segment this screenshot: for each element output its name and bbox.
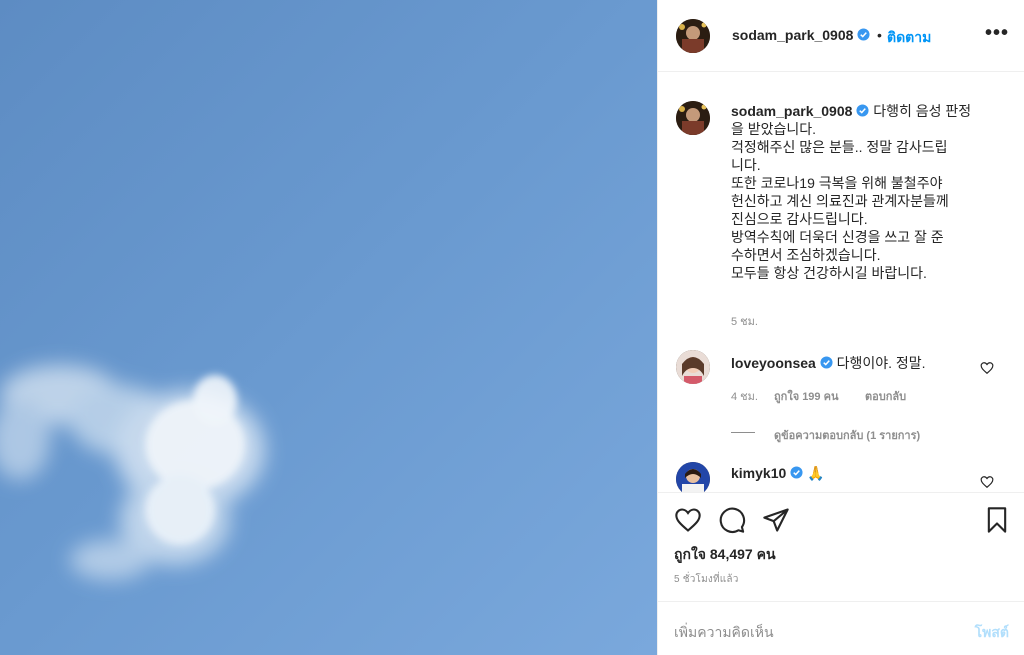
comment-timestamp[interactable]: 4 ชม. <box>731 387 758 405</box>
follow-button[interactable]: ติดตาม <box>887 27 931 49</box>
post-side-panel: sodam_park_0908 • ติดตาม ••• sodam_park_… <box>657 0 1024 655</box>
caption-line: 모두들 항상 건강하시길 바랍니다. <box>731 265 927 281</box>
comment-input[interactable]: เพิ่มความคิดเห็น <box>674 622 774 644</box>
caption-username[interactable]: sodam_park_0908 <box>731 103 852 119</box>
likes-count[interactable]: ถูกใจ 84,497 คน <box>674 544 776 566</box>
commenter-avatar[interactable] <box>676 350 710 384</box>
reply-button[interactable]: ตอบกลับ <box>865 387 906 405</box>
caption-line: 니다. <box>731 157 761 173</box>
comment-like-heart-icon[interactable] <box>980 361 994 375</box>
caption-line: 걱정해주신 많은 분들.. 정말 감사드립 <box>731 139 948 155</box>
caption-author-avatar[interactable] <box>676 101 710 135</box>
posted-time[interactable]: 5 ชั่วโมงที่แล้ว <box>674 572 739 587</box>
comment-icon[interactable] <box>718 506 746 534</box>
post-photo[interactable] <box>0 0 657 655</box>
paper-plane-icon[interactable] <box>762 506 790 534</box>
comment-item: loveyoonsea 다행이야. 정말. <box>731 353 926 373</box>
caption-line: 또한 코로나19 극복을 위해 불철주야 <box>731 175 943 191</box>
verified-badge-icon <box>856 104 869 117</box>
post-caption: sodam_park_0908 다행히 음성 판정 을 받았습니다. 걱정해주신… <box>731 102 1001 282</box>
comment-item: kimyk10 🙏 <box>731 465 825 482</box>
author-avatar[interactable] <box>676 19 710 53</box>
replies-divider <box>731 432 755 433</box>
view-replies-button[interactable]: ดูข้อความตอบกลับ (1 รายการ) <box>774 426 920 444</box>
commenter-avatar[interactable] <box>676 462 710 492</box>
caption-line: 방역수칙에 더욱더 신경을 쓰고 잘 준 <box>731 229 944 245</box>
comment-text: 다행이야. 정말. <box>836 355 926 371</box>
heart-icon[interactable] <box>674 506 702 534</box>
post-actions: ถูกใจ 84,497 คน 5 ชั่วโมงที่แล้ว เพิ่มคว… <box>658 492 1024 655</box>
caption-line: 진심으로 감사드립니다. <box>731 211 868 227</box>
post-comment-button[interactable]: โพสต์ <box>975 622 1009 644</box>
more-options-icon[interactable]: ••• <box>985 23 1009 43</box>
comment-likes[interactable]: ถูกใจ 199 คน <box>774 387 838 405</box>
caption-line: 헌신하고 계신 의료진과 관계자분들께 <box>731 193 949 209</box>
verified-badge-icon <box>857 28 870 41</box>
caption-line: 을 받았습니다. <box>731 121 817 137</box>
caption-line: 수하면서 조심하겠습니다. <box>731 247 881 263</box>
add-comment-bar: เพิ่มความคิดเห็น โพสต์ <box>658 601 1024 655</box>
comment-like-heart-icon[interactable] <box>980 475 994 489</box>
bookmark-icon[interactable] <box>983 506 1011 534</box>
comments-list[interactable]: sodam_park_0908 다행히 음성 판정 을 받았습니다. 걱정해주신… <box>658 72 1024 492</box>
sky-cloud-image <box>0 0 657 655</box>
author-username-text[interactable]: sodam_park_0908 <box>732 27 853 43</box>
verified-badge-icon <box>820 356 833 369</box>
verified-badge-icon <box>790 466 803 479</box>
header-separator: • <box>877 27 882 43</box>
caption-timestamp[interactable]: 5 ชม. <box>731 312 758 330</box>
author-username[interactable]: sodam_park_0908 <box>732 27 870 43</box>
caption-line: 다행히 음성 판정 <box>873 103 972 119</box>
post-header: sodam_park_0908 • ติดตาม ••• <box>658 0 1024 72</box>
comment-username[interactable]: kimyk10 <box>731 465 786 481</box>
comment-text: 🙏 <box>807 465 825 481</box>
comment-username[interactable]: loveyoonsea <box>731 355 816 371</box>
